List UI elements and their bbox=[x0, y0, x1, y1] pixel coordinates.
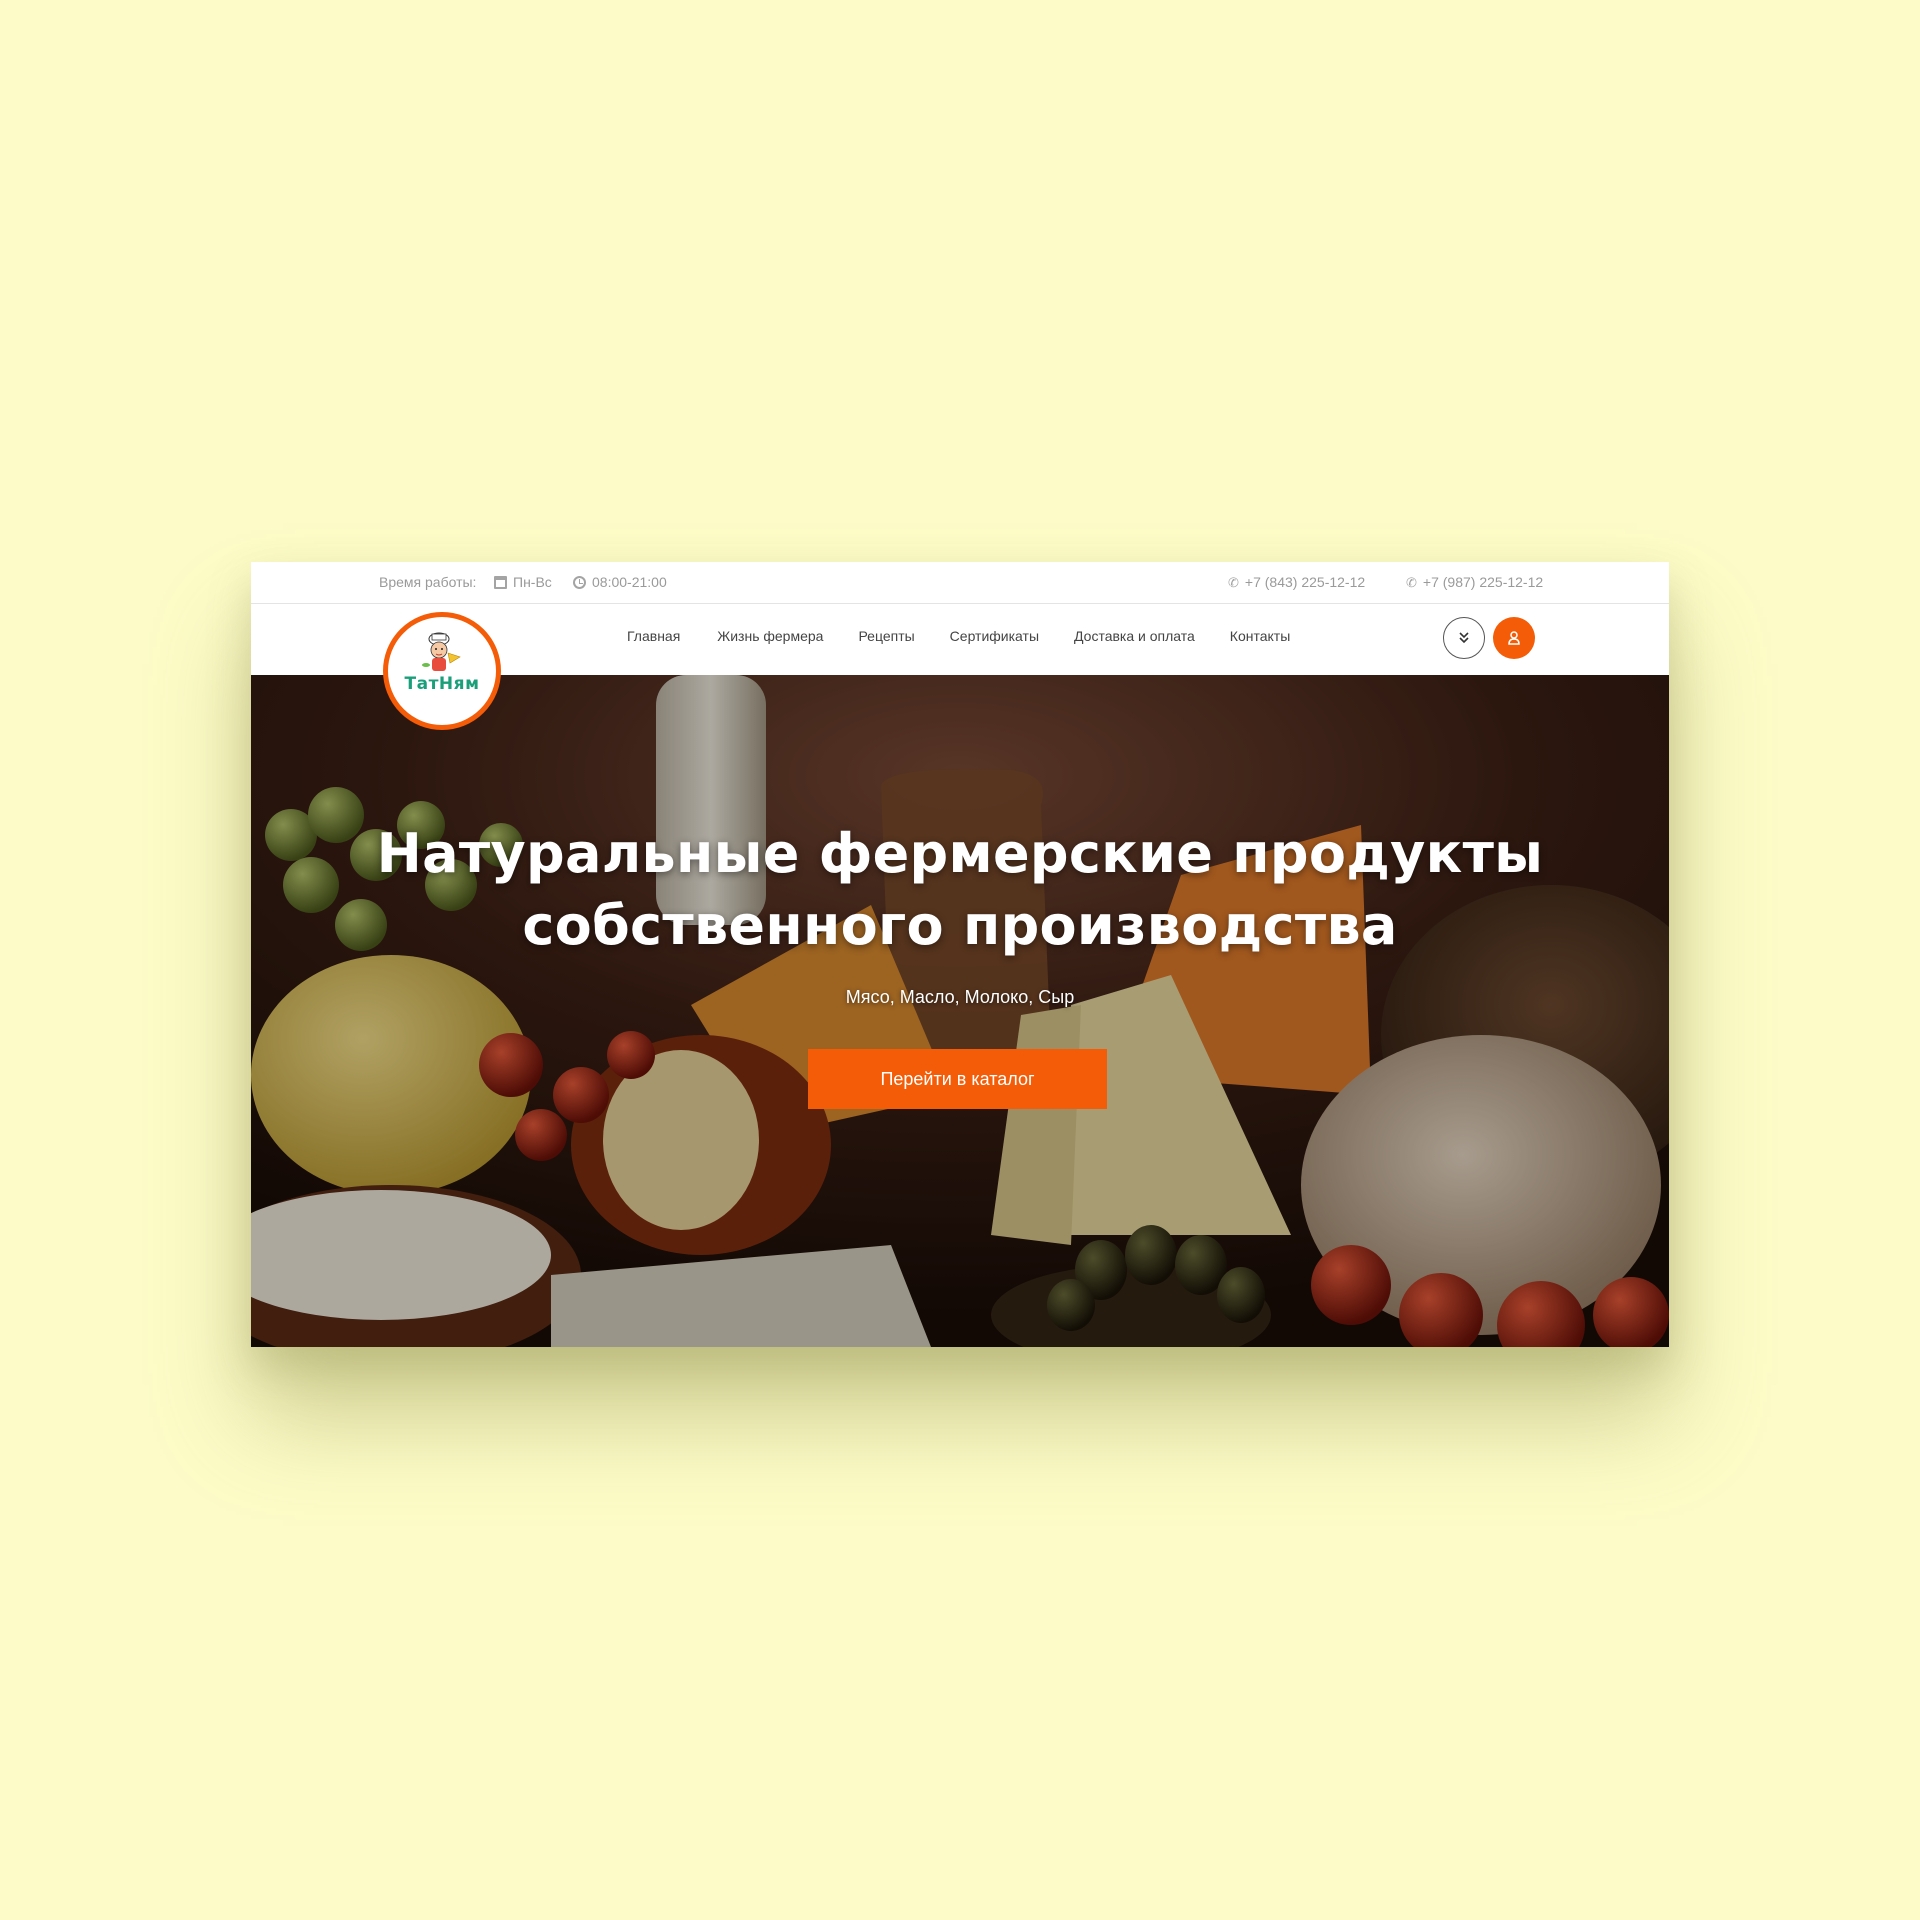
hero-title-line-1: Натуральные фермерские продукты bbox=[376, 822, 1544, 885]
nav-item-certificates[interactable]: Сертификаты bbox=[950, 628, 1039, 644]
nav-item-home[interactable]: Главная bbox=[627, 628, 680, 644]
nav-item-recipes[interactable]: Рецепты bbox=[858, 628, 914, 644]
phone-2-text[interactable]: +7 (987) 225-12-12 bbox=[1423, 574, 1543, 590]
hero-title: Натуральные фермерские продукты собствен… bbox=[251, 818, 1669, 962]
user-icon bbox=[1508, 631, 1520, 645]
logo-text: ТатНям bbox=[404, 674, 480, 694]
working-hours-label: Время работы: bbox=[379, 574, 476, 590]
website-screenshot: Время работы: Пн-Вс 08:00-21:00 ✆ +7 (84… bbox=[251, 562, 1669, 1347]
hero-background-image bbox=[251, 675, 1669, 1347]
expand-menu-button[interactable] bbox=[1443, 617, 1485, 659]
catalog-button[interactable]: Перейти в каталог bbox=[808, 1049, 1107, 1109]
working-days-text: Пн-Вс bbox=[513, 574, 552, 590]
phone-icon: ✆ bbox=[1228, 574, 1239, 590]
working-time-text: 08:00-21:00 bbox=[592, 574, 667, 590]
nav-item-contacts[interactable]: Контакты bbox=[1230, 628, 1290, 644]
working-hours-text: Время работы: bbox=[379, 574, 477, 590]
hero-title-line-2: собственного производства bbox=[522, 894, 1398, 957]
phone-1[interactable]: ✆ +7 (843) 225-12-12 bbox=[1228, 574, 1365, 590]
nav-item-farmer-life[interactable]: Жизнь фермера bbox=[717, 628, 823, 644]
logo-mascot-image bbox=[422, 632, 461, 671]
nav-item-delivery[interactable]: Доставка и оплата bbox=[1074, 628, 1195, 644]
top-info-bar: Время работы: Пн-Вс 08:00-21:00 ✆ +7 (84… bbox=[251, 562, 1669, 604]
phone-1-text[interactable]: +7 (843) 225-12-12 bbox=[1245, 574, 1365, 590]
hero-subtitle: Мясо, Масло, Молоко, Сыр bbox=[845, 987, 1075, 1007]
working-time: 08:00-21:00 bbox=[573, 574, 667, 590]
calendar-icon bbox=[494, 575, 507, 589]
nav-menu: Главная Жизнь фермера Рецепты Сертификат… bbox=[627, 628, 1290, 644]
double-chevron-down-icon bbox=[1459, 632, 1469, 644]
site-logo[interactable]: ТатНям bbox=[383, 612, 501, 730]
working-days: Пн-Вс bbox=[494, 574, 552, 590]
hero-banner: Натуральные фермерские продукты собствен… bbox=[251, 675, 1669, 1347]
user-account-button[interactable] bbox=[1493, 617, 1535, 659]
clock-icon bbox=[573, 575, 586, 589]
phone-2[interactable]: ✆ +7 (987) 225-12-12 bbox=[1406, 574, 1543, 590]
phone-icon: ✆ bbox=[1406, 574, 1417, 590]
